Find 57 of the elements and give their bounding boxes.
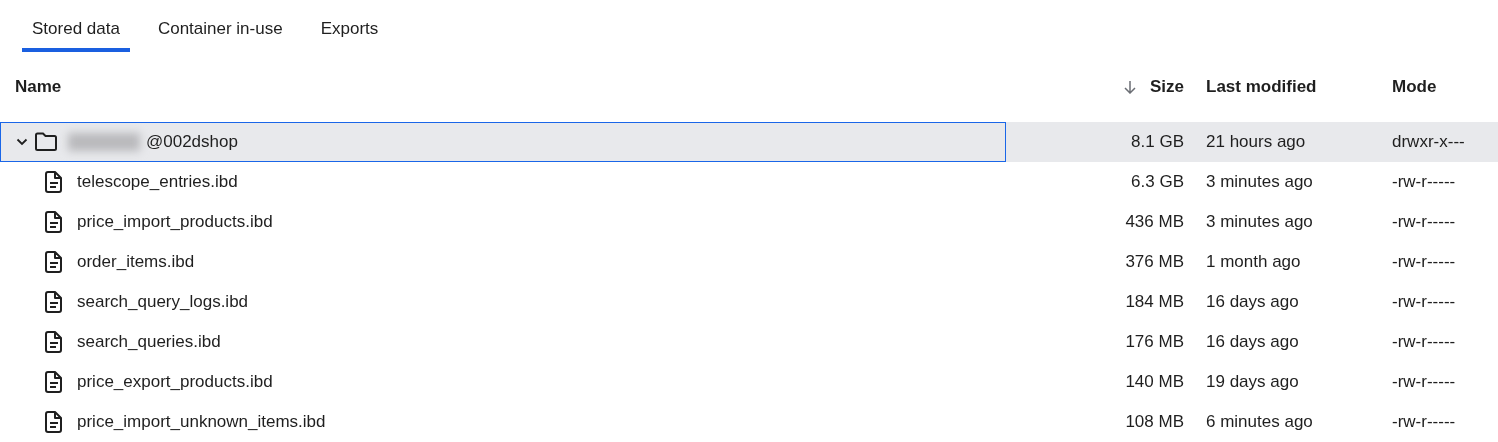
modified-time: 6 minutes ago xyxy=(1206,412,1313,432)
document-icon xyxy=(44,170,64,194)
modified-time: 21 hours ago xyxy=(1206,132,1306,152)
chevron-down-icon[interactable] xyxy=(16,137,28,147)
table-row[interactable]: telescope_entries.ibd 6.3 GB 3 minutes ago -rw-r----- xyxy=(0,162,1498,202)
table-row[interactable]: price_import_products.ibd 436 MB 3 minutes ago -rw-r----- xyxy=(0,202,1498,242)
table-row[interactable]: price_import_unknown_items.ibd 108 MB 6 minutes ago -rw-r----- xyxy=(0,402,1498,442)
file-size: 184 MB xyxy=(1125,291,1184,314)
file-size: 436 MB xyxy=(1125,211,1184,234)
file-name: price_import_unknown_items.ibd xyxy=(77,411,326,434)
modified-time: 3 minutes ago xyxy=(1206,172,1313,192)
file-name: search_queries.ibd xyxy=(77,331,221,354)
table-row[interactable]: search_queries.ibd 176 MB 16 days ago -rw-r----- xyxy=(0,322,1498,362)
modified-time: 16 days ago xyxy=(1206,332,1299,352)
file-size: 108 MB xyxy=(1125,411,1184,434)
file-mode: -rw-r----- xyxy=(1392,412,1456,432)
table-row[interactable]: @002dshop 8.1 GB 21 hours ago drwxr-x--- xyxy=(0,122,1498,162)
file-size: 176 MB xyxy=(1125,331,1184,354)
file-size: 8.1 GB xyxy=(1131,131,1184,154)
modified-time: 3 minutes ago xyxy=(1206,212,1313,232)
table-row[interactable]: search_query_logs.ibd 184 MB 16 days ago -rw-r----- xyxy=(0,282,1498,322)
tab[interactable]: Container in-use xyxy=(147,10,293,52)
document-icon xyxy=(44,290,64,314)
file-size: 140 MB xyxy=(1125,371,1184,394)
file-mode: -rw-r----- xyxy=(1392,252,1456,272)
file-name: price_import_products.ibd xyxy=(77,211,273,234)
arrow-down-icon[interactable] xyxy=(1123,80,1136,94)
folder-icon xyxy=(34,132,58,152)
file-name: order_items.ibd xyxy=(77,251,195,274)
document-icon xyxy=(44,410,64,434)
folder-name: @002dshop xyxy=(146,131,238,154)
file-mode: -rw-r----- xyxy=(1392,332,1456,352)
modified-time: 19 days ago xyxy=(1206,372,1299,392)
document-icon xyxy=(44,330,64,354)
column-header[interactable]: Last modified xyxy=(1206,77,1317,97)
file-name: search_query_logs.ibd xyxy=(77,291,249,314)
file-mode: -rw-r----- xyxy=(1392,372,1456,392)
column-header[interactable]: Name xyxy=(15,74,62,100)
document-icon xyxy=(44,370,64,394)
file-name: telescope_entries.ibd xyxy=(77,171,238,194)
table-row[interactable]: price_export_products.ibd 140 MB 19 days ago -rw-r----- xyxy=(0,362,1498,402)
document-icon xyxy=(44,210,64,234)
file-mode: drwxr-x--- xyxy=(1392,132,1465,152)
file-mode: -rw-r----- xyxy=(1392,172,1456,192)
file-size: 6.3 GB xyxy=(1131,171,1184,194)
column-header[interactable]: Mode xyxy=(1392,77,1437,97)
file-mode: -rw-r----- xyxy=(1392,292,1456,312)
file-size: 376 MB xyxy=(1125,251,1184,274)
document-icon xyxy=(44,250,64,274)
file-name: price_export_products.ibd xyxy=(77,371,273,394)
modified-time: 1 month ago xyxy=(1206,252,1301,272)
tab[interactable]: Exports xyxy=(310,10,389,52)
file-mode: -rw-r----- xyxy=(1392,212,1456,232)
column-header[interactable]: Size xyxy=(1149,74,1184,100)
tab[interactable]: Stored data xyxy=(22,10,130,52)
table-row[interactable]: order_items.ibd 376 MB 1 month ago -rw-r----- xyxy=(0,242,1498,282)
modified-time: 16 days ago xyxy=(1206,292,1299,312)
